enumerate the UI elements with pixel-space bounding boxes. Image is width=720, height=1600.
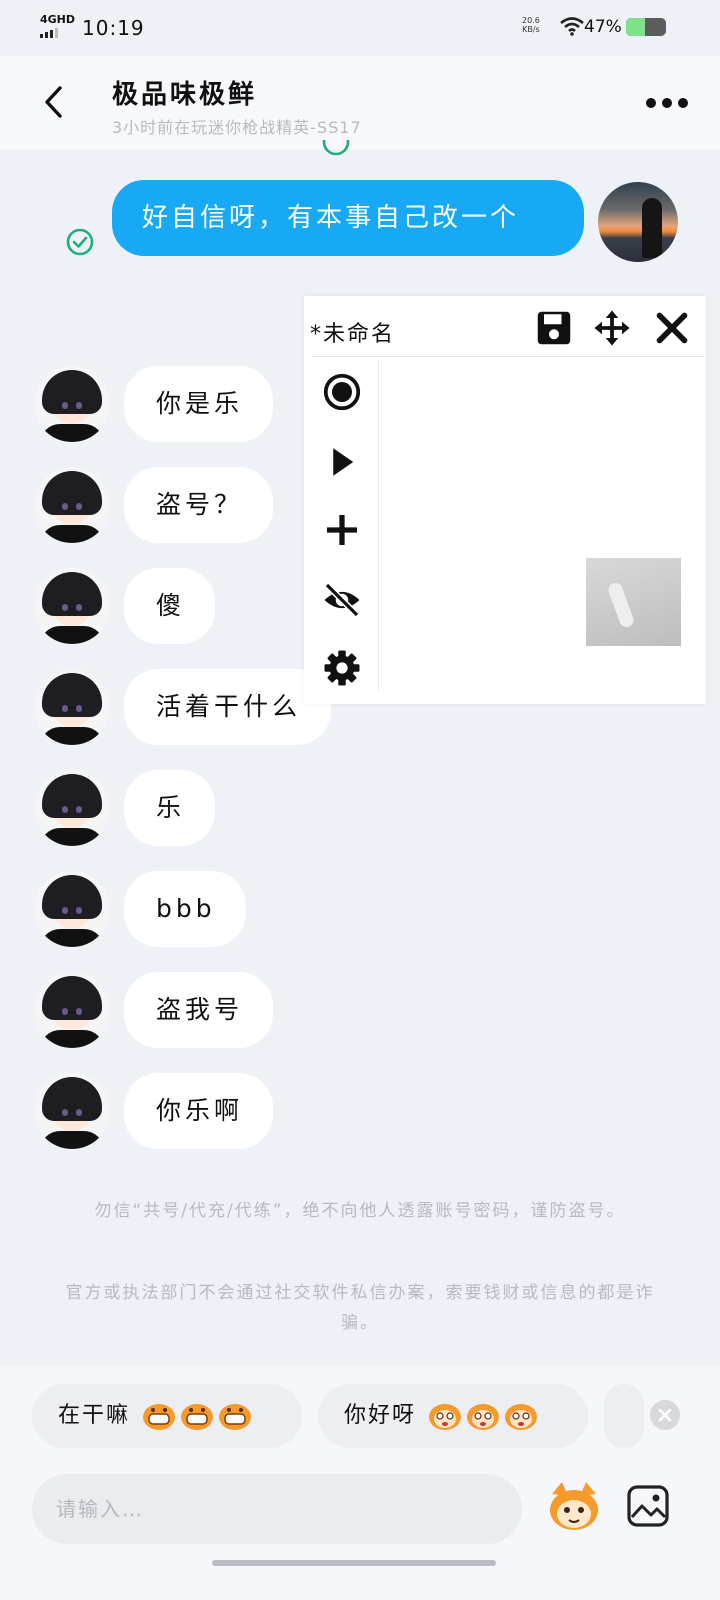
sent-status-icon [322, 140, 350, 156]
image-picker-icon[interactable] [626, 1484, 670, 1528]
record-icon[interactable] [322, 372, 362, 412]
battery-icon [626, 18, 666, 36]
grin-emoji-icon [181, 1404, 214, 1430]
contact-avatar[interactable] [34, 669, 110, 745]
save-icon[interactable] [534, 308, 574, 348]
received-message-bubble[interactable]: 活着干什么 [124, 669, 332, 745]
battery-fill [626, 18, 645, 36]
network-type: 4GHD [40, 13, 76, 26]
net-speed-unit: KB/s [522, 25, 540, 34]
received-message-bubble[interactable]: bbb [124, 871, 246, 947]
panel-divider [312, 356, 704, 357]
contact-avatar[interactable] [34, 366, 110, 442]
sticker-mascot-icon[interactable] [544, 1476, 604, 1536]
panel-divider [378, 360, 379, 690]
received-message-bubble[interactable]: 乐 [124, 770, 216, 846]
message-input[interactable] [32, 1474, 522, 1544]
more-menu-icon[interactable] [644, 96, 690, 110]
grin-emoji-icon [219, 1404, 252, 1430]
fraud-notice: 官方或执法部门不会通过社交软件私信办案，索要钱财或信息的都是诈骗。 [65, 1283, 655, 1333]
grin-emoji-icon [143, 1404, 176, 1430]
preview-thumbnail[interactable] [586, 558, 681, 646]
input-bar [0, 1466, 720, 1600]
received-message-bubble[interactable]: 你是乐 [124, 366, 274, 442]
play-icon[interactable] [322, 442, 362, 482]
wifi-icon [560, 17, 584, 36]
quick-reply-bar: 在干嘛 你好呀 [0, 1366, 720, 1466]
chat-header: 极品味极鲜 3小时前在玩迷你枪战精英-SS17 [0, 56, 720, 150]
received-message-bubble[interactable]: 盗号？ [124, 467, 274, 543]
quick-reply-chip[interactable]: 在干嘛 [32, 1384, 302, 1448]
contact-avatar[interactable] [34, 1073, 110, 1149]
contact-status: 3小时前在玩迷你枪战精英-SS17 [112, 118, 362, 137]
contact-name[interactable]: 极品味极鲜 [112, 74, 257, 111]
quick-reply-chip[interactable]: 你好呀 [318, 1384, 588, 1448]
contact-avatar[interactable] [34, 770, 110, 846]
sent-message-bubble[interactable]: 好自信呀，有本事自己改一个 [112, 180, 584, 256]
quick-reply-label: 你好呀 [344, 1403, 417, 1428]
quick-reply-chip[interactable] [604, 1384, 644, 1448]
network-indicator: 4GHD [40, 14, 75, 38]
signal-icon [40, 27, 75, 38]
home-indicator[interactable] [212, 1560, 496, 1566]
monkey-emoji-icon [467, 1404, 500, 1430]
close-icon[interactable] [650, 1400, 680, 1430]
hide-icon[interactable] [322, 580, 362, 620]
contact-avatar[interactable] [34, 568, 110, 644]
back-arrow-icon[interactable] [40, 84, 70, 120]
received-message-bubble[interactable]: 盗我号 [124, 972, 274, 1048]
close-icon[interactable] [652, 308, 692, 348]
received-message-bubble[interactable]: 傻 [124, 568, 216, 644]
clock: 10:19 [82, 16, 145, 40]
my-avatar[interactable] [598, 182, 678, 262]
contact-avatar[interactable] [34, 467, 110, 543]
status-bar: 4GHD 10:19 20.6 KB/s 47% [0, 0, 720, 56]
contact-avatar[interactable] [34, 871, 110, 947]
monkey-emoji-icon [429, 1404, 462, 1430]
net-speed-value: 20.6 [522, 16, 540, 25]
move-icon[interactable] [592, 308, 632, 348]
panel-title: *未命名 [310, 322, 396, 347]
received-message-bubble[interactable]: 你乐啊 [124, 1073, 274, 1149]
add-icon[interactable] [322, 510, 362, 550]
security-notice: 勿信“共号/代充/代练”，绝不向他人透露账号密码，谨防盗号。 [94, 1201, 626, 1221]
quick-reply-label: 在干嘛 [58, 1403, 131, 1428]
settings-icon[interactable] [322, 648, 362, 688]
contact-avatar[interactable] [34, 972, 110, 1048]
sent-status-icon [66, 228, 94, 256]
battery-percent: 47% [584, 17, 622, 37]
monkey-emoji-icon [505, 1404, 538, 1430]
floating-tool-panel[interactable]: *未命名 [304, 296, 706, 704]
net-speed: 20.6 KB/s [522, 16, 540, 34]
